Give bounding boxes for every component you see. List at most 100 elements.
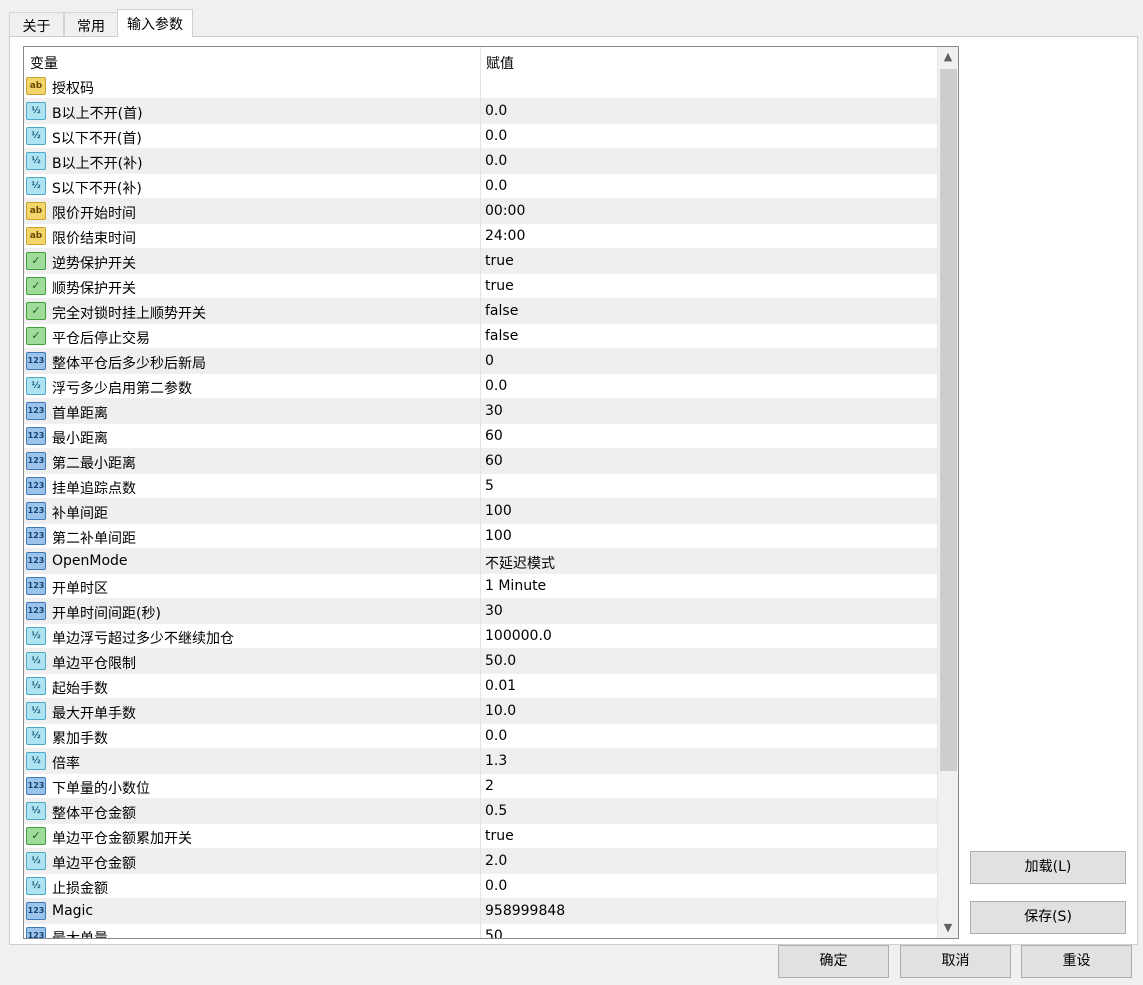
scroll-thumb[interactable] (940, 69, 957, 771)
reset-button[interactable]: 重设 (1021, 945, 1132, 978)
parameter-value[interactable]: 0.0 (485, 128, 507, 144)
scroll-down-icon[interactable]: ▼ (938, 918, 958, 938)
parameter-row[interactable]: 123 整体平仓后多少秒后新局 0 (24, 349, 937, 374)
parameter-row[interactable]: ½ 止损金额 0.0 (24, 874, 937, 899)
parameter-row[interactable]: ½ 单边平仓限制 50.0 (24, 649, 937, 674)
string-type-icon: ab (26, 227, 46, 245)
integer-type-icon: 123 (26, 352, 46, 370)
parameter-row[interactable]: 123 开单时区 1 Minute (24, 574, 937, 599)
parameter-row[interactable]: 123 最大单量 50 (24, 924, 937, 938)
cell-separator (480, 649, 481, 674)
parameter-value[interactable]: 0.0 (485, 178, 507, 194)
cell-separator (480, 499, 481, 524)
parameter-value[interactable]: 1.3 (485, 753, 507, 769)
parameter-row[interactable]: ½ S以下不开(首) 0.0 (24, 124, 937, 149)
cell-separator (480, 674, 481, 699)
parameter-row[interactable]: ✓ 顺势保护开关 true (24, 274, 937, 299)
save-button[interactable]: 保存(S) (970, 901, 1126, 934)
cancel-button[interactable]: 取消 (900, 945, 1011, 978)
parameter-row[interactable]: 123 下单量的小数位 2 (24, 774, 937, 799)
parameter-value[interactable]: 00:00 (485, 203, 525, 219)
parameter-row[interactable]: ✓ 完全对锁时挂上顺势开关 false (24, 299, 937, 324)
parameter-value[interactable]: 958999848 (485, 903, 565, 919)
parameter-rows: ab 授权码 ½ B以上不开(首) 0.0 ½ S以下不开(首) 0.0 ½ B以上不开(补) 0.… (24, 74, 937, 938)
parameter-row[interactable]: ✓ 单边平仓金额累加开关 true (24, 824, 937, 849)
parameter-value[interactable]: 0.5 (485, 803, 507, 819)
parameter-row[interactable]: ½ B以上不开(首) 0.0 (24, 99, 937, 124)
parameter-name: 第二补单间距 (52, 531, 136, 547)
parameter-value[interactable]: 0.0 (485, 878, 507, 894)
parameter-value[interactable]: 60 (485, 453, 503, 469)
parameter-value[interactable]: 50.0 (485, 653, 516, 669)
parameter-value[interactable]: true (485, 253, 514, 269)
parameter-row[interactable]: ✓ 逆势保护开关 true (24, 249, 937, 274)
parameter-row[interactable]: 123 首单距离 30 (24, 399, 937, 424)
parameter-row[interactable]: ab 限价开始时间 00:00 (24, 199, 937, 224)
cell-separator (480, 224, 481, 249)
parameter-value[interactable]: 2 (485, 778, 494, 794)
parameter-value[interactable]: true (485, 278, 514, 294)
parameter-row[interactable]: 123 最小距离 60 (24, 424, 937, 449)
parameter-value[interactable]: 0.0 (485, 153, 507, 169)
parameter-name: 单边平仓限制 (52, 656, 136, 672)
parameter-row[interactable]: ½ 起始手数 0.01 (24, 674, 937, 699)
parameter-value[interactable]: 10.0 (485, 703, 516, 719)
tab-common[interactable]: 常用 (64, 12, 118, 37)
parameter-row[interactable]: 123 第二补单间距 100 (24, 524, 937, 549)
parameter-value[interactable]: 100 (485, 528, 512, 544)
parameter-value[interactable]: 5 (485, 478, 494, 494)
parameter-value[interactable]: 100000.0 (485, 628, 552, 644)
parameter-row[interactable]: ½ 单边浮亏超过多少不继续加仓 100000.0 (24, 624, 937, 649)
parameter-row[interactable]: ✓ 平仓后停止交易 false (24, 324, 937, 349)
parameter-row[interactable]: ½ 浮亏多少启用第二参数 0.0 (24, 374, 937, 399)
parameter-row[interactable]: ½ 倍率 1.3 (24, 749, 937, 774)
parameter-row[interactable]: 123 第二最小距离 60 (24, 449, 937, 474)
parameter-row[interactable]: ab 授权码 (24, 74, 937, 99)
parameter-value[interactable]: 0.0 (485, 103, 507, 119)
double-type-icon: ½ (26, 802, 46, 820)
parameter-name: 平仓后停止交易 (52, 331, 150, 347)
cell-separator (480, 749, 481, 774)
tab-about[interactable]: 关于 (9, 12, 64, 37)
parameter-value[interactable]: true (485, 828, 514, 844)
parameter-name: 单边平仓金额累加开关 (52, 831, 192, 847)
column-header-value[interactable]: 赋值 (486, 53, 514, 73)
parameter-row[interactable]: ½ 单边平仓金额 2.0 (24, 849, 937, 874)
parameter-row[interactable]: 123 挂单追踪点数 5 (24, 474, 937, 499)
parameter-row[interactable]: 123 Magic 958999848 (24, 899, 937, 924)
parameter-value[interactable]: 30 (485, 403, 503, 419)
ok-button[interactable]: 确定 (778, 945, 889, 978)
parameter-row[interactable]: 123 开单时间间距(秒) 30 (24, 599, 937, 624)
scroll-up-icon[interactable]: ▲ (938, 47, 958, 67)
parameter-value[interactable]: 50 (485, 928, 503, 938)
parameter-value[interactable]: 0.01 (485, 678, 516, 694)
integer-type-icon: 123 (26, 777, 46, 795)
cell-separator (480, 624, 481, 649)
parameter-row[interactable]: 123 OpenMode 不延迟模式 (24, 549, 937, 574)
parameter-value[interactable]: false (485, 328, 518, 344)
column-separator[interactable] (480, 47, 481, 74)
double-type-icon: ½ (26, 377, 46, 395)
tab-input-parameters[interactable]: 输入参数 (117, 9, 193, 37)
parameter-value[interactable]: false (485, 303, 518, 319)
parameter-row[interactable]: ab 限价结束时间 24:00 (24, 224, 937, 249)
parameter-row[interactable]: ½ S以下不开(补) 0.0 (24, 174, 937, 199)
parameter-value[interactable]: 0.0 (485, 728, 507, 744)
vertical-scrollbar[interactable]: ▲ ▼ (937, 47, 958, 938)
parameter-row[interactable]: ½ 最大开单手数 10.0 (24, 699, 937, 724)
column-header-variable[interactable]: 变量 (30, 53, 58, 73)
parameter-value[interactable]: 1 Minute (485, 578, 546, 594)
parameter-value[interactable]: 100 (485, 503, 512, 519)
parameter-row[interactable]: ½ 累加手数 0.0 (24, 724, 937, 749)
load-button[interactable]: 加载(L) (970, 851, 1126, 884)
parameter-row[interactable]: ½ 整体平仓金额 0.5 (24, 799, 937, 824)
parameter-value[interactable]: 2.0 (485, 853, 507, 869)
parameter-value[interactable]: 0.0 (485, 378, 507, 394)
parameter-row[interactable]: 123 补单间距 100 (24, 499, 937, 524)
parameter-value[interactable]: 60 (485, 428, 503, 444)
parameter-value[interactable]: 30 (485, 603, 503, 619)
parameter-row[interactable]: ½ B以上不开(补) 0.0 (24, 149, 937, 174)
parameter-value[interactable]: 24:00 (485, 228, 525, 244)
parameter-value[interactable]: 0 (485, 353, 494, 369)
parameter-value[interactable]: 不延迟模式 (485, 553, 555, 573)
